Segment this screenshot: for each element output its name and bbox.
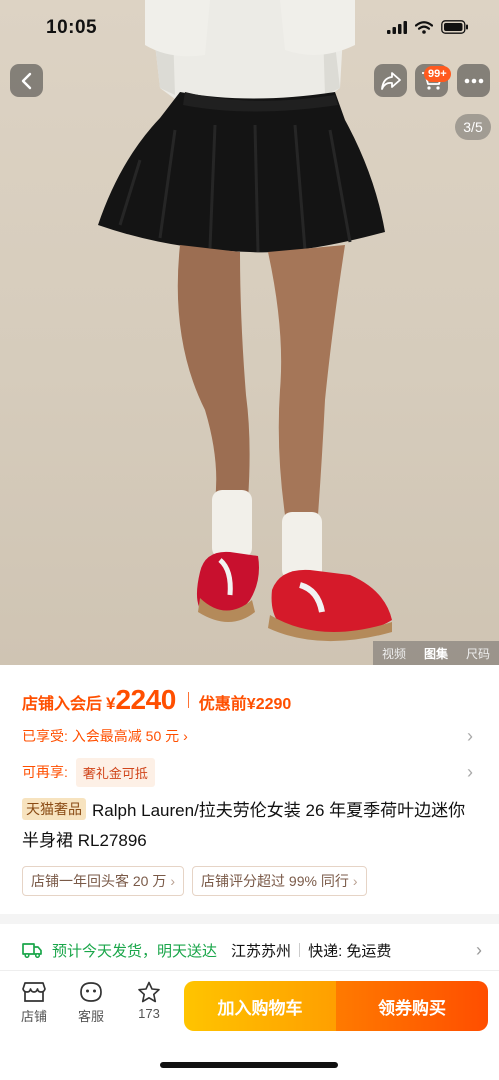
- product-photo: [98, 0, 392, 642]
- price-value: 2240: [115, 684, 176, 715]
- tab-video[interactable]: 视频: [382, 645, 406, 662]
- tmall-luxury-tag: 天猫奢品: [22, 798, 86, 820]
- status-icons: [387, 20, 469, 34]
- coupon-chevron-icon: ›: [183, 728, 188, 744]
- customer-service-button[interactable]: 客服: [71, 981, 111, 1025]
- chevron-right-icon: ›: [476, 939, 482, 960]
- media-tabs: 视频 图集 尺码: [373, 641, 499, 665]
- coupon-row[interactable]: 已享受: 入会最高减 50 元 › ›: [22, 725, 477, 747]
- perk-tag: 奢礼金可抵: [75, 757, 155, 787]
- price-row: 店铺入会后 ¥ 2240 优惠前 ¥2290: [22, 684, 291, 716]
- chevron-right-icon: ›: [352, 873, 358, 889]
- chevron-right-icon: ›: [467, 725, 473, 746]
- favorite-count: 173: [138, 1006, 160, 1021]
- price-divider: [187, 692, 189, 708]
- chip-text: 店铺评分超过 99% 同行: [201, 873, 349, 889]
- ship-divider: [299, 943, 301, 957]
- status-time: 10:05: [46, 17, 98, 38]
- perk-label: 可再享:: [22, 764, 68, 780]
- battery-icon: [441, 20, 468, 34]
- shop-button[interactable]: 店铺: [14, 981, 54, 1025]
- more-button[interactable]: [457, 64, 490, 97]
- share-icon: [380, 71, 401, 90]
- dispatch-text: 预计今天发货: [52, 942, 143, 960]
- price-prefix: 店铺入会后: [22, 696, 103, 713]
- page-indicator: 3/5: [455, 114, 491, 140]
- signal-icon: [387, 20, 407, 34]
- star-icon: [138, 981, 160, 1003]
- product-title-block: 天猫奢品 Ralph Lauren/拉夫劳伦女装 26 年夏季荷叶边迷你半身裙 R…: [22, 796, 482, 856]
- tab-size[interactable]: 尺码: [466, 645, 490, 662]
- chip-text: 店铺一年回头客 20 万: [31, 873, 167, 889]
- cart-badge: 99+: [424, 66, 451, 82]
- wifi-icon: [415, 20, 433, 34]
- tab-gallery[interactable]: 图集: [424, 645, 448, 662]
- product-title: Ralph Lauren/拉夫劳伦女装 26 年夏季荷叶边迷你半身裙 RL278…: [22, 801, 466, 850]
- purchase-buttons: 加入购物车 领券购买: [184, 981, 488, 1031]
- shipping-row[interactable]: 预计今天发货 ， 明天送达 江苏苏州 快递: 免运费 ›: [22, 936, 482, 964]
- more-icon: [464, 78, 483, 83]
- add-to-cart-button[interactable]: 加入购物车: [184, 981, 336, 1031]
- service-label: 客服: [77, 1009, 104, 1024]
- status-bar: 10:05: [0, 0, 499, 56]
- delivery-truck-icon: [22, 943, 42, 958]
- ship-location: 江苏苏州: [231, 942, 292, 960]
- price-currency: ¥: [106, 694, 116, 713]
- buy-with-coupon-button[interactable]: 领券购买: [336, 981, 488, 1031]
- home-indicator: [160, 1062, 338, 1068]
- section-divider: [0, 914, 499, 924]
- chevron-right-icon: ›: [170, 873, 176, 889]
- product-image-gallery[interactable]: 10:05 99+ 3/5 视频 图集 尺码: [0, 0, 499, 665]
- shop-chips: 店铺一年回头客 20 万 › 店铺评分超过 99% 同行 ›: [22, 866, 367, 896]
- chip-shop-rating[interactable]: 店铺评分超过 99% 同行 ›: [192, 866, 367, 896]
- shop-label: 店铺: [20, 1009, 47, 1024]
- service-face-icon: [80, 982, 102, 1002]
- perk-row[interactable]: 可再享: 奢礼金可抵 ›: [22, 757, 477, 787]
- chevron-left-icon: [21, 72, 31, 89]
- chip-returning-customers[interactable]: 店铺一年回头客 20 万 ›: [22, 866, 185, 896]
- back-button[interactable]: [10, 64, 43, 97]
- original-price-label: 优惠前: [198, 696, 247, 713]
- share-button[interactable]: [374, 64, 407, 97]
- ship-comma: ，: [142, 942, 158, 960]
- favorite-button[interactable]: 173: [129, 981, 169, 1021]
- arrival-text: 明天送达: [157, 942, 218, 960]
- store-icon: [22, 982, 46, 1002]
- original-price: ¥2290: [246, 696, 292, 713]
- express-fee: 快递: 免运费: [308, 942, 392, 960]
- coupon-label: 已享受: 入会最高减 50 元: [22, 728, 180, 744]
- chevron-right-icon: ›: [467, 761, 473, 782]
